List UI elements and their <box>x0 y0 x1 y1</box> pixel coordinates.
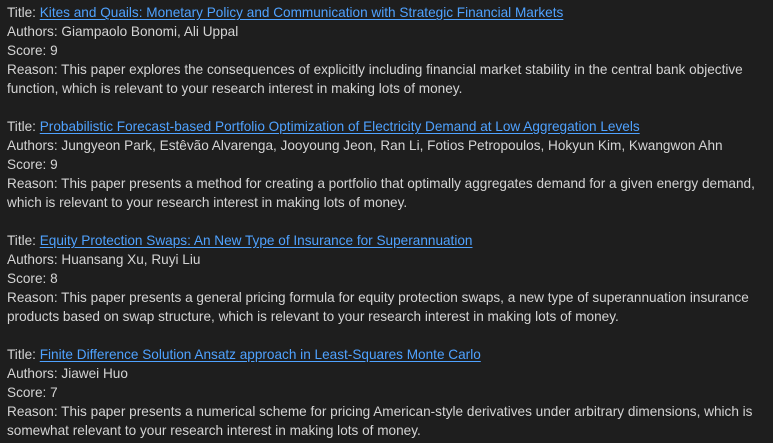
title-line: Title: Kites and Quails: Monetary Policy… <box>7 3 766 22</box>
paper-entry: Title: Equity Protection Swaps: An New T… <box>7 231 766 326</box>
authors-label: Authors: <box>7 252 62 267</box>
score-value: 9 <box>50 157 58 172</box>
reason-label: Reason: <box>7 62 62 77</box>
score-line: Score: 7 <box>7 383 766 402</box>
score-line: Score: 8 <box>7 269 766 288</box>
authors-label: Authors: <box>7 24 62 39</box>
reason-line: Reason: This paper presents a numerical … <box>7 402 766 440</box>
score-value: 9 <box>50 43 58 58</box>
reason-line: Reason: This paper explores the conseque… <box>7 60 766 98</box>
authors-line: Authors: Jiawei Huo <box>7 364 766 383</box>
authors-value: Giampaolo Bonomi, Ali Uppal <box>61 24 239 39</box>
authors-value: Jungyeon Park, Estêvão Alvarenga, Jooyou… <box>61 138 723 153</box>
score-label: Score: <box>7 271 51 286</box>
authors-value: Huansang Xu, Ruyi Liu <box>61 252 201 267</box>
reason-label: Reason: <box>7 404 62 419</box>
score-line: Score: 9 <box>7 41 766 60</box>
authors-label: Authors: <box>7 366 62 381</box>
title-label: Title: <box>7 347 40 362</box>
authors-line: Authors: Giampaolo Bonomi, Ali Uppal <box>7 22 766 41</box>
title-line: Title: Finite Difference Solution Ansatz… <box>7 345 766 364</box>
title-label: Title: <box>7 233 40 248</box>
paper-title-link[interactable]: Finite Difference Solution Ansatz approa… <box>40 347 481 362</box>
title-line: Title: Equity Protection Swaps: An New T… <box>7 231 766 250</box>
paper-title-link[interactable]: Equity Protection Swaps: An New Type of … <box>40 233 473 248</box>
paper-title-link[interactable]: Kites and Quails: Monetary Policy and Co… <box>40 5 564 20</box>
reason-line: Reason: This paper presents a general pr… <box>7 288 766 326</box>
paper-list: Title: Kites and Quails: Monetary Policy… <box>0 0 773 440</box>
title-label: Title: <box>7 119 40 134</box>
score-line: Score: 9 <box>7 155 766 174</box>
title-label: Title: <box>7 5 40 20</box>
paper-title-link[interactable]: Probabilistic Forecast-based Portfolio O… <box>40 119 640 134</box>
reason-value: This paper presents a method for creatin… <box>7 176 755 210</box>
score-label: Score: <box>7 385 51 400</box>
authors-line: Authors: Huansang Xu, Ruyi Liu <box>7 250 766 269</box>
paper-entry: Title: Probabilistic Forecast-based Port… <box>7 117 766 212</box>
reason-value: This paper explores the consequences of … <box>7 62 743 96</box>
reason-label: Reason: <box>7 176 62 191</box>
title-line: Title: Probabilistic Forecast-based Port… <box>7 117 766 136</box>
authors-label: Authors: <box>7 138 62 153</box>
paper-entry: Title: Kites and Quails: Monetary Policy… <box>7 3 766 98</box>
reason-line: Reason: This paper presents a method for… <box>7 174 766 212</box>
reason-label: Reason: <box>7 290 62 305</box>
reason-value: This paper presents a general pricing fo… <box>7 290 749 324</box>
score-value: 7 <box>50 385 58 400</box>
score-value: 8 <box>50 271 58 286</box>
score-label: Score: <box>7 157 51 172</box>
authors-value: Jiawei Huo <box>61 366 128 381</box>
authors-line: Authors: Jungyeon Park, Estêvão Alvareng… <box>7 136 766 155</box>
paper-entry: Title: Finite Difference Solution Ansatz… <box>7 345 766 440</box>
score-label: Score: <box>7 43 51 58</box>
reason-value: This paper presents a numerical scheme f… <box>7 404 753 438</box>
